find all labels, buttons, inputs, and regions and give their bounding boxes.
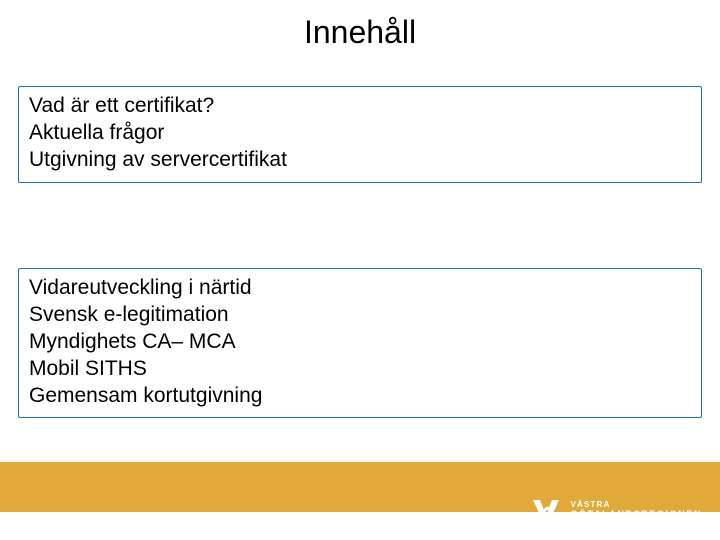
box1-line: Vad är ett certifikat? [29, 93, 691, 120]
content-box-1: Vad är ett certifikat? Aktuella frågor U… [18, 86, 702, 183]
vgr-logo-icon [530, 494, 562, 526]
box2-line: Myndighets CA– MCA [29, 329, 691, 356]
slide: Innehåll Vad är ett certifikat? Aktuella… [0, 0, 720, 540]
box2-line: Gemensam kortutgivning [29, 383, 691, 410]
slide-title: Innehåll [0, 0, 720, 51]
brand-line2: GÖTALANDSREGIONEN [570, 510, 702, 519]
box2-line: Mobil SITHS [29, 356, 691, 383]
footer: VÄSTRA GÖTALANDSREGIONEN [0, 462, 720, 540]
content-box-2: Vidareutveckling i närtid Svensk e-legit… [18, 268, 702, 418]
box2-line: Svensk e-legitimation [29, 302, 691, 329]
brand-line1: VÄSTRA [570, 501, 702, 509]
brand-logo-text: VÄSTRA GÖTALANDSREGIONEN [570, 501, 702, 519]
box2-line: Vidareutveckling i närtid [29, 275, 691, 302]
box1-line: Aktuella frågor [29, 120, 691, 147]
brand-logo: VÄSTRA GÖTALANDSREGIONEN [530, 490, 702, 530]
box1-line: Utgivning av servercertifikat [29, 147, 691, 174]
